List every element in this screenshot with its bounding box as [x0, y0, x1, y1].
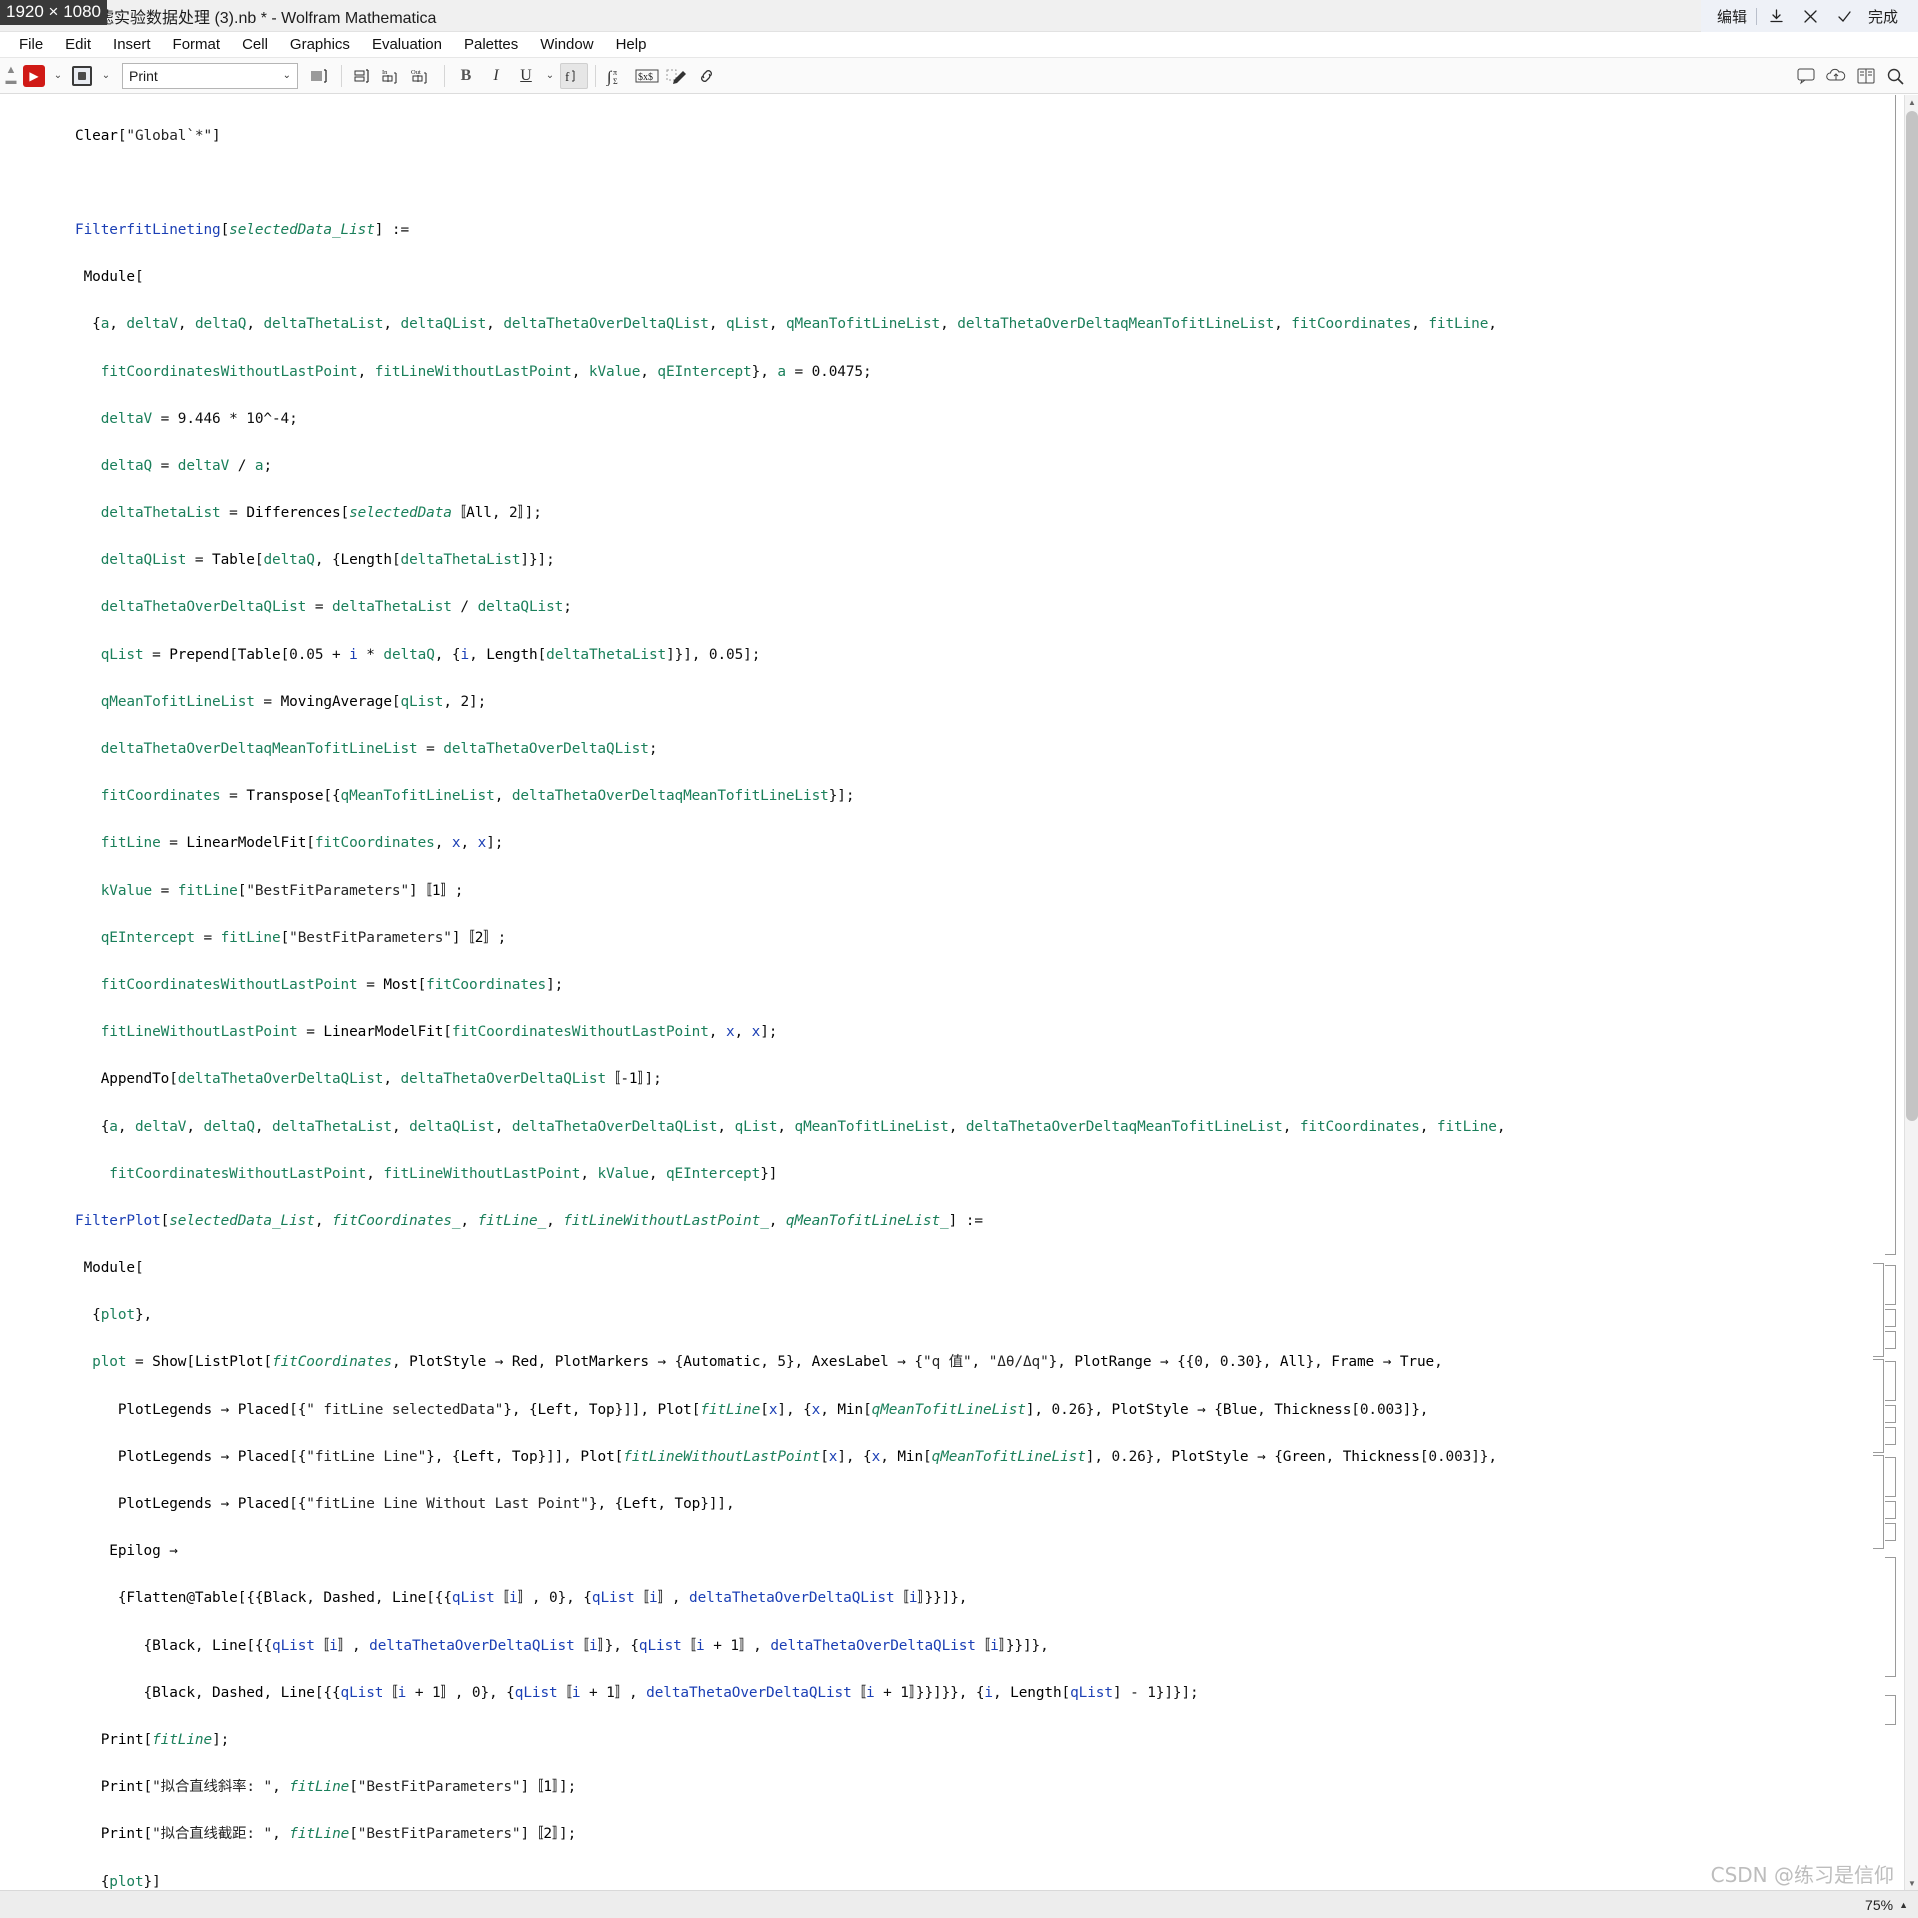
close-icon[interactable] — [1794, 0, 1828, 32]
cell-bracket[interactable] — [1885, 1457, 1896, 1497]
chevron-down-icon[interactable]: ⌄ — [50, 63, 66, 89]
cell-bracket[interactable] — [1885, 95, 1896, 1255]
divider — [1755, 7, 1757, 25]
svg-text:∫: ∫ — [606, 69, 613, 86]
cell-style-value: Print — [129, 67, 158, 84]
cell-bracket[interactable] — [1873, 1263, 1884, 1357]
cell-group-icon[interactable] — [349, 63, 377, 89]
cell-bracket[interactable] — [1885, 1361, 1896, 1401]
menu-format[interactable]: Format — [162, 34, 232, 55]
integral-icon[interactable]: ∫ π Σ — [603, 63, 631, 89]
math-symbol-icon[interactable]: $x$ — [633, 63, 661, 89]
window-title: 过滤实验数据处理 (3).nb * - Wolfram Mathematica — [82, 9, 437, 27]
cell-bracket[interactable] — [1885, 1501, 1896, 1519]
menu-insert[interactable]: Insert — [102, 34, 162, 55]
underline-icon[interactable]: U — [512, 63, 540, 89]
status-bar: 75% ▲ — [0, 1890, 1918, 1918]
input-cell-icon[interactable]: In — [379, 63, 407, 89]
edit-pen-icon[interactable] — [663, 63, 691, 89]
edit-button[interactable]: 编辑 — [1711, 0, 1753, 32]
italic-icon[interactable]: I — [482, 63, 510, 89]
svg-text:f: f — [565, 69, 570, 84]
menu-evaluation[interactable]: Evaluation — [361, 34, 453, 55]
font-format-icon[interactable]: f — [560, 62, 588, 89]
menu-edit[interactable]: Edit — [54, 34, 102, 55]
check-icon[interactable] — [1828, 0, 1862, 32]
vertical-scrollbar[interactable]: ▲ ▼ — [1904, 95, 1918, 1890]
notebook-canvas[interactable]: Clear["Global`*"] FilterfitLineting[sele… — [0, 95, 1918, 1890]
done-button[interactable]: 完成 — [1862, 0, 1904, 32]
cloud-upload-icon[interactable] — [1822, 63, 1850, 89]
title-bar: 1920 × 1080 过滤实验数据处理 (3).nb * - Wolfram … — [0, 0, 1918, 32]
svg-text:Out: Out — [411, 69, 421, 76]
download-icon[interactable] — [1760, 0, 1794, 32]
toolbar-grip[interactable]: ▲ ▬ — [4, 64, 18, 87]
svg-text:$x$: $x$ — [638, 72, 653, 83]
chevron-down-icon[interactable]: ⌄ — [98, 63, 114, 89]
cell-style-select[interactable]: Print ⌄ — [122, 62, 298, 89]
scrollbar-thumb[interactable] — [1906, 111, 1918, 1121]
menu-palettes[interactable]: Palettes — [453, 34, 529, 55]
watermark: CSDN @练习是信仰 — [1710, 1863, 1894, 1887]
chevron-down-icon: ⌄ — [282, 70, 291, 81]
toolbar: ▲ ▬ ▶ ⌄ ⌄ Print ⌄ In Out B I U ⌄ f ∫ π Σ $x… — [0, 58, 1918, 94]
resolution-badge: 1920 × 1080 — [0, 0, 108, 25]
comment-icon[interactable] — [1792, 63, 1820, 89]
search-icon[interactable] — [1882, 63, 1910, 89]
divider — [341, 64, 342, 87]
scroll-down-arrow[interactable]: ▼ — [1905, 1876, 1918, 1890]
svg-text:In: In — [382, 69, 388, 76]
book-icon[interactable] — [1852, 63, 1880, 89]
window-controls: 编辑 完成 — [1700, 0, 1918, 32]
output-cell-icon[interactable]: Out — [409, 63, 437, 89]
menu-cell[interactable]: Cell — [231, 34, 279, 55]
mathematica-logo-icon[interactable]: ▶ — [20, 63, 48, 89]
cell-bracket[interactable] — [1885, 1695, 1896, 1725]
zoom-up-arrow[interactable]: ▲ — [1899, 1900, 1908, 1910]
svg-text:π: π — [613, 68, 617, 77]
menu-file[interactable]: File — [8, 34, 54, 55]
divider — [595, 64, 596, 87]
svg-text:Σ: Σ — [613, 77, 618, 86]
cell-bracket[interactable] — [1885, 1557, 1896, 1677]
cell-insert-icon[interactable] — [68, 63, 96, 89]
hyperlink-icon[interactable] — [693, 63, 721, 89]
menu-bar: File Edit Insert Format Cell Graphics Ev… — [0, 32, 1918, 58]
cell-bracket[interactable] — [1873, 1455, 1884, 1549]
code-cell-main[interactable]: Clear["Global`*"] FilterfitLineting[sele… — [20, 95, 1918, 1890]
cell-bracket[interactable] — [1885, 1265, 1896, 1305]
notebook-content: Clear["Global`*"] FilterfitLineting[sele… — [0, 95, 1918, 1890]
menu-graphics[interactable]: Graphics — [279, 34, 361, 55]
chevron-down-icon[interactable]: ⌄ — [542, 63, 558, 89]
zoom-level[interactable]: 75% — [1865, 1897, 1893, 1913]
menu-window[interactable]: Window — [529, 34, 604, 55]
cell-bracket-icon[interactable] — [306, 63, 334, 89]
divider — [444, 64, 445, 87]
cell-bracket[interactable] — [1885, 1427, 1896, 1445]
cell-bracket[interactable] — [1885, 1523, 1896, 1541]
cell-bracket[interactable] — [1885, 1405, 1896, 1423]
cell-bracket[interactable] — [1873, 1359, 1884, 1453]
scroll-up-arrow[interactable]: ▲ — [1905, 95, 1918, 109]
menu-help[interactable]: Help — [605, 34, 658, 55]
bold-icon[interactable]: B — [452, 63, 480, 89]
cell-bracket[interactable] — [1885, 1331, 1896, 1349]
cell-bracket[interactable] — [1885, 1309, 1896, 1327]
